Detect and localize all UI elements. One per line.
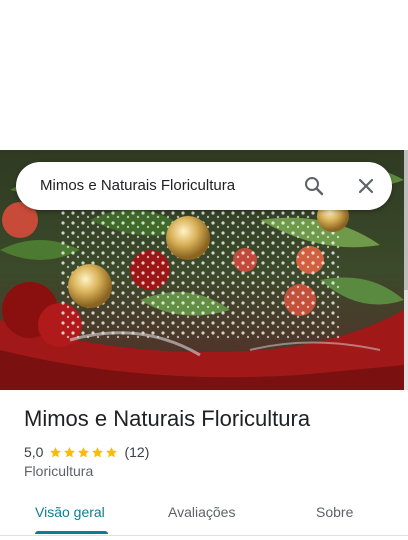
search-input[interactable]: Mimos e Naturais Floricultura	[40, 177, 235, 194]
rating-value: 5,0	[24, 444, 44, 460]
tab-reviews[interactable]: Avaliações	[168, 504, 235, 520]
place-title: Mimos e Naturais Floricultura	[24, 406, 311, 431]
star-icon	[78, 446, 90, 457]
review-count-link[interactable]: (12)	[124, 444, 149, 460]
star-icon	[92, 446, 104, 457]
star-icon	[50, 446, 62, 457]
blank-area	[0, 0, 408, 150]
place-tabs: Visão geral Avaliações Sobre	[0, 494, 408, 536]
star-icon	[64, 446, 76, 457]
place-category[interactable]: Floricultura	[24, 463, 93, 479]
tab-about[interactable]: Sobre	[316, 504, 353, 520]
search-icon[interactable]	[302, 174, 326, 198]
place-panel: Mimos e Naturais Floricultura Mimos e Na…	[0, 0, 408, 540]
active-tab-indicator	[35, 531, 108, 534]
rating-row[interactable]: 5,0 (12)	[24, 443, 149, 461]
tab-overview[interactable]: Visão geral	[35, 504, 105, 520]
search-box[interactable]: Mimos e Naturais Floricultura	[16, 162, 392, 210]
star-icon	[106, 446, 118, 457]
rating-stars	[49, 446, 118, 459]
photo-scrollbar-thumb[interactable]	[404, 150, 408, 290]
close-icon[interactable]	[354, 174, 378, 198]
